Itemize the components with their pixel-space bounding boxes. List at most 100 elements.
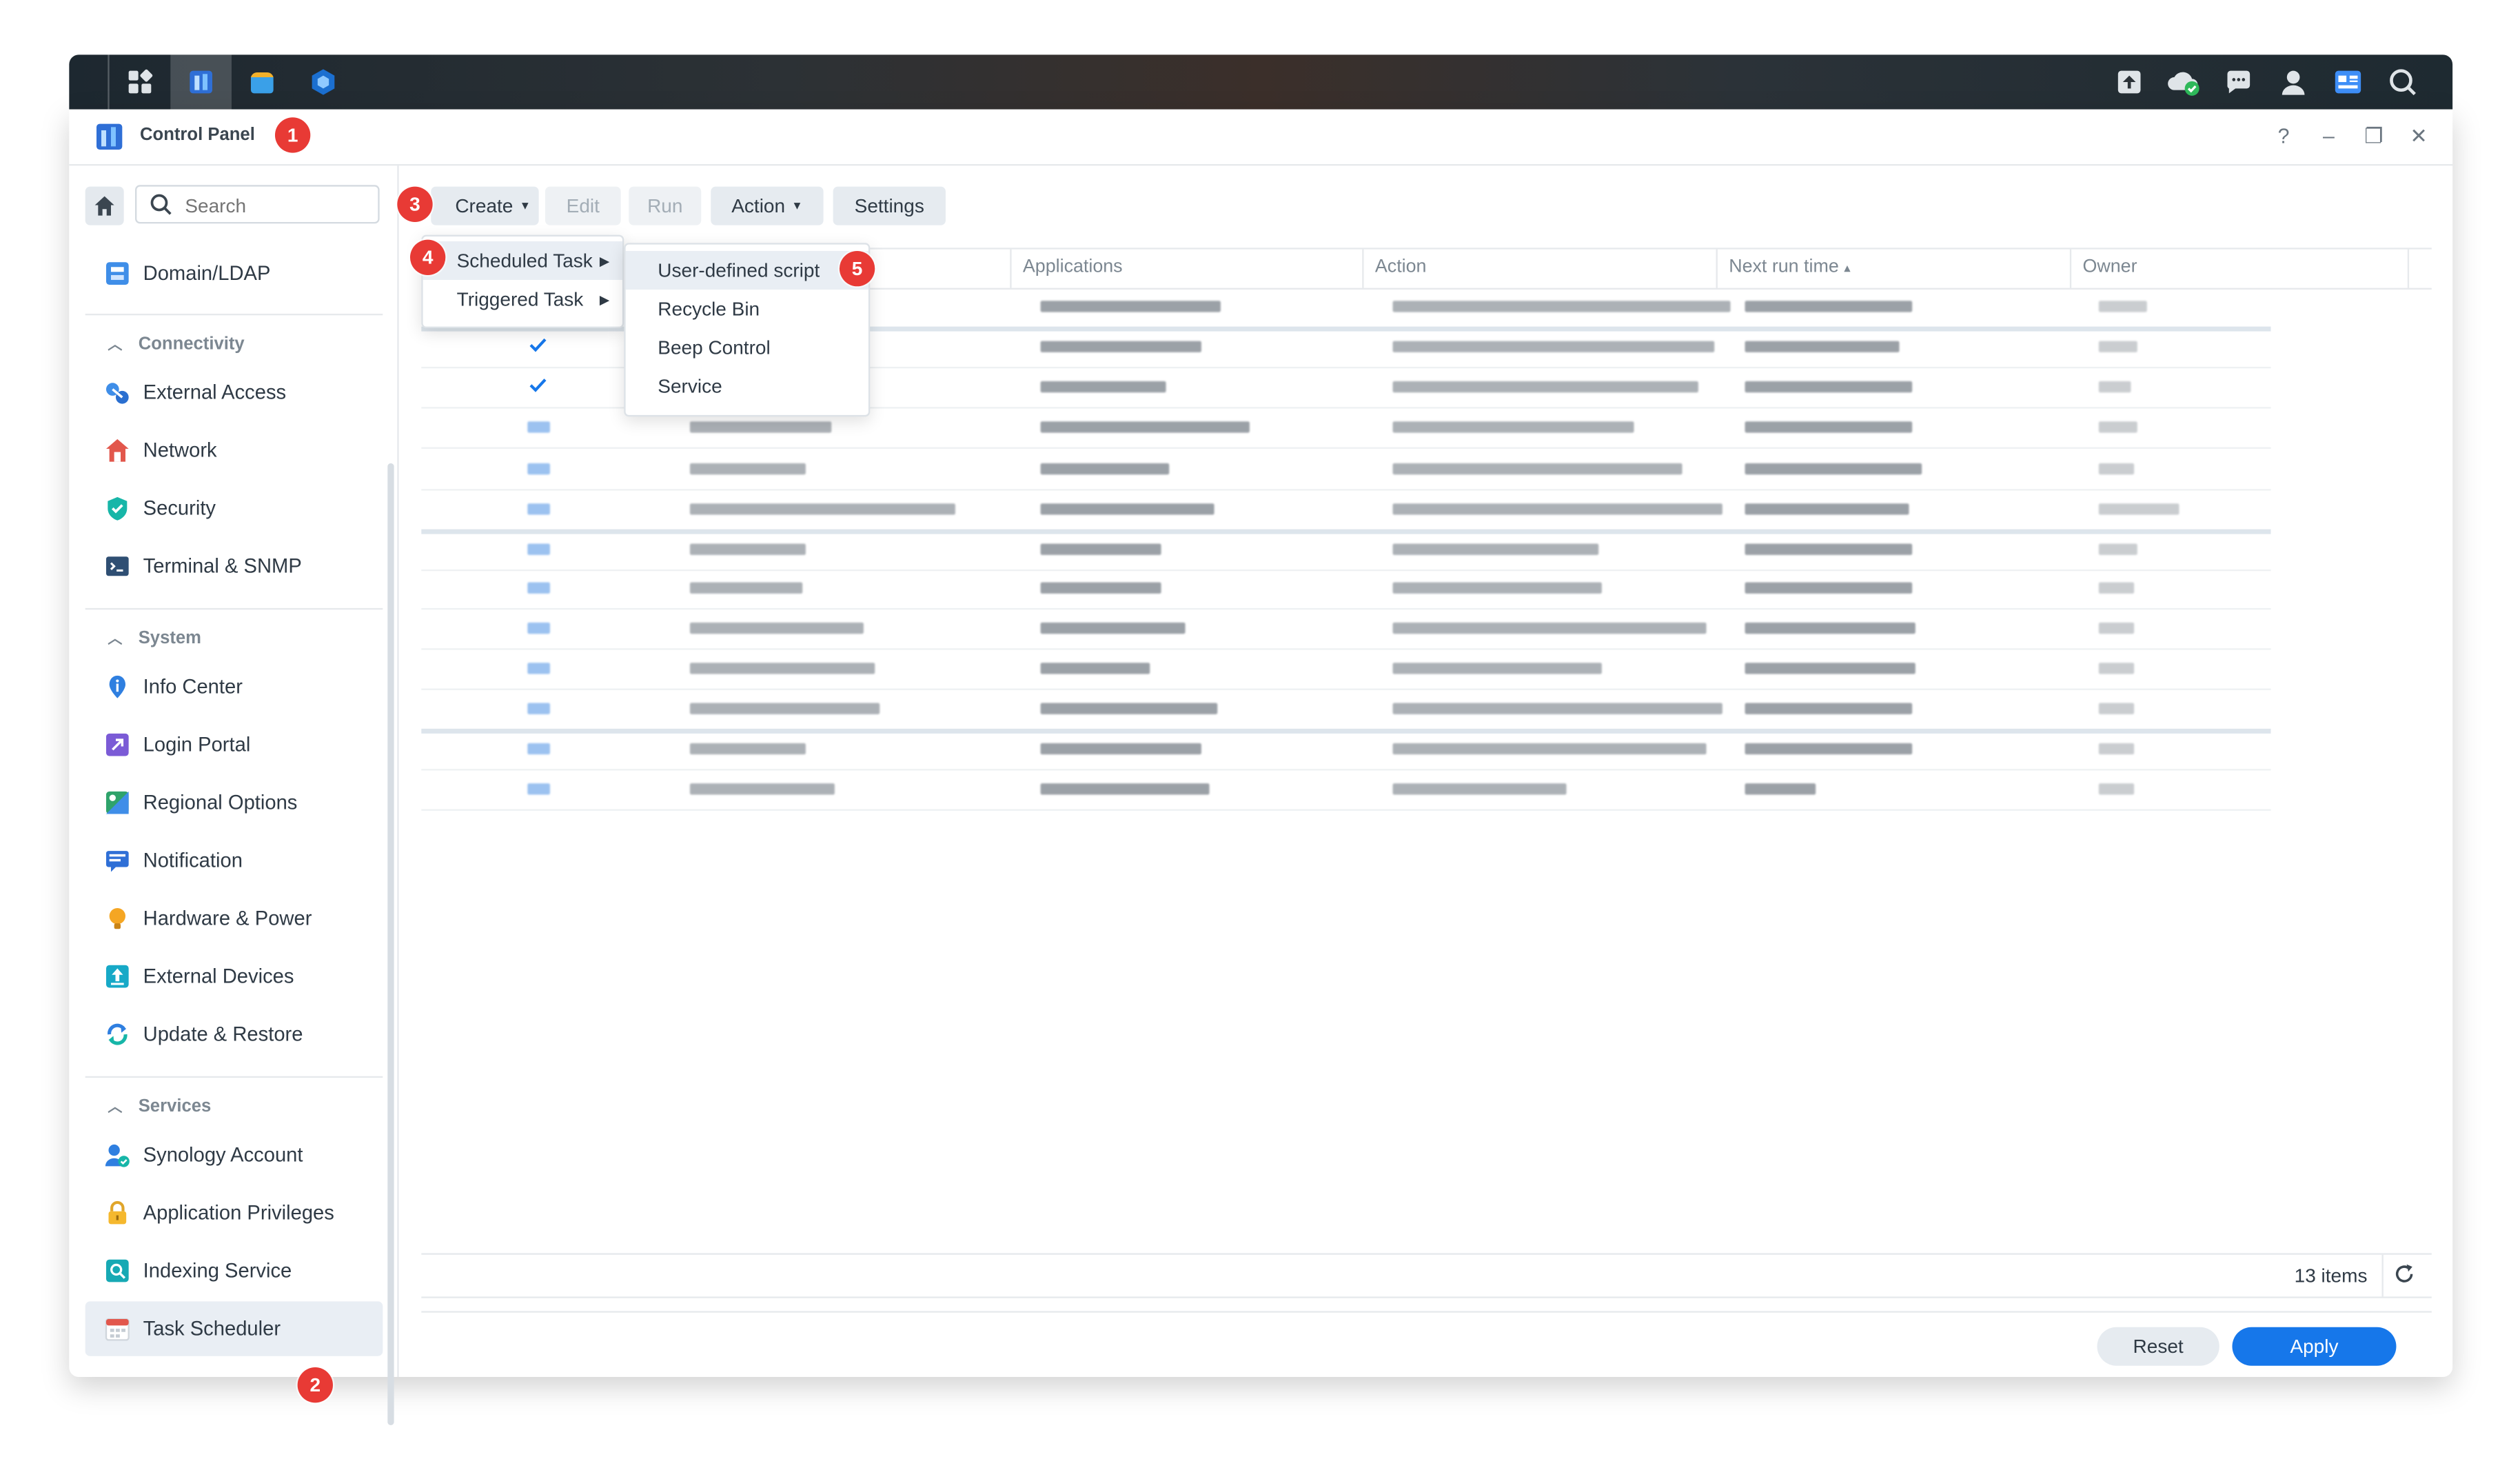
redacted-cell: [2098, 622, 2135, 634]
table-row[interactable]: [421, 608, 2271, 650]
create-button[interactable]: Create ▼: [431, 186, 539, 225]
redacted-cell: [1392, 543, 1599, 555]
table-row[interactable]: [421, 449, 2271, 491]
regional-options-icon: [105, 791, 129, 814]
redacted-cell: [1392, 381, 1698, 393]
taskbar-control-panel[interactable]: [170, 54, 232, 110]
sidebar-item-application-privileges[interactable]: Application Privileges: [85, 1185, 383, 1240]
menu-item-recycle-bin[interactable]: Recycle Bin: [626, 290, 868, 328]
redacted-cell: [1392, 743, 1707, 755]
redacted-cell: [1392, 622, 1707, 634]
redacted-cell: [1392, 421, 1634, 433]
chevron-up-icon: ︿: [108, 1098, 123, 1115]
redacted-cell: [1745, 381, 1913, 393]
column-applications[interactable]: Applications: [1023, 257, 1123, 276]
table-row[interactable]: [421, 648, 2271, 690]
notifications-button[interactable]: [2211, 54, 2266, 109]
menu-item-scheduled-task[interactable]: Scheduled Task ▶: [423, 241, 622, 280]
sidebar-scrollbar[interactable]: [387, 463, 394, 1426]
taskbar-app-3[interactable]: [293, 54, 354, 109]
checkbox-checked-icon[interactable]: [527, 334, 548, 355]
sidebar-item-login-portal[interactable]: Login Portal: [85, 718, 383, 772]
sidebar-item-network[interactable]: Network: [85, 423, 383, 478]
search-input[interactable]: [181, 191, 369, 221]
sidebar-item-external-access[interactable]: External Access: [85, 365, 383, 420]
cloud-check-icon: [2168, 72, 2199, 96]
menu-item-beep-control[interactable]: Beep Control: [626, 328, 868, 367]
edit-button[interactable]: Edit: [545, 186, 621, 225]
redacted-cell: [1040, 622, 1186, 634]
upload-button[interactable]: [2102, 54, 2156, 109]
hexagon-app-icon: [312, 69, 335, 95]
table-row[interactable]: [421, 689, 2271, 734]
sidebar-item-hardware-power[interactable]: Hardware & Power: [85, 891, 383, 945]
upload-icon: [2117, 70, 2141, 94]
run-button[interactable]: Run: [629, 186, 702, 225]
step-badge-3: 3: [397, 186, 433, 222]
redacted-cell: [1745, 582, 1913, 594]
sidebar-item-regional-options[interactable]: Regional Options: [85, 776, 383, 830]
sidebar-search[interactable]: [134, 185, 380, 224]
minimize-icon[interactable]: –: [2317, 124, 2340, 150]
column-owner[interactable]: Owner: [2082, 257, 2137, 276]
caret-down-icon: ▼: [791, 200, 803, 212]
backup-status-button[interactable]: [2157, 54, 2211, 109]
widgets-button[interactable]: [2321, 54, 2375, 109]
main-panel: Create ▼ 3 Edit Run Action ▼ Settings Appl…: [397, 164, 2452, 1377]
sidebar-item-external-devices[interactable]: External Devices: [85, 949, 383, 1003]
help-icon[interactable]: ?: [2273, 124, 2295, 150]
indexing-service-icon: [105, 1259, 129, 1282]
section-system[interactable]: ︿ System: [108, 627, 201, 648]
shield-icon: [108, 496, 128, 521]
desktop-taskbar: [69, 54, 2453, 110]
redacted-cell: [1745, 663, 1916, 674]
chevron-up-icon: ︿: [108, 336, 123, 352]
restore-icon[interactable]: ❐: [2362, 124, 2385, 150]
sidebar-item-update-restore[interactable]: Update & Restore: [85, 1007, 383, 1061]
user-button[interactable]: [2266, 54, 2320, 109]
settings-button[interactable]: Settings: [833, 186, 946, 225]
section-connectivity[interactable]: ︿ Connectivity: [108, 333, 244, 354]
redacted-cell: [1745, 421, 1913, 433]
sidebar-item-domain-ldap[interactable]: Domain/LDAP: [85, 246, 383, 301]
sidebar-item-indexing-service[interactable]: Indexing Service: [85, 1243, 383, 1298]
redacted-cell: [2098, 703, 2135, 714]
column-action[interactable]: Action: [1375, 257, 1427, 276]
table-row[interactable]: [421, 530, 2271, 572]
scheduled-task-submenu: User-defined script Recycle Bin Beep Con…: [624, 243, 871, 417]
table-row[interactable]: [421, 568, 2271, 610]
sidebar-item-terminal-snmp[interactable]: Terminal & SNMP: [85, 539, 383, 594]
reset-button[interactable]: Reset: [2097, 1327, 2219, 1366]
redacted-cell: [1745, 543, 1913, 555]
redacted-cell: [689, 783, 835, 795]
item-count: 13 items: [2294, 1264, 2368, 1287]
table-row[interactable]: [421, 489, 2271, 534]
checkbox-checked-icon[interactable]: [527, 375, 548, 396]
refresh-icon[interactable]: [2393, 1262, 2416, 1285]
section-services[interactable]: ︿ Services: [108, 1096, 211, 1116]
table-row[interactable]: [421, 729, 2271, 771]
menu-item-triggered-task[interactable]: Triggered Task ▶: [423, 280, 622, 319]
redacted-cell: [1040, 543, 1161, 555]
status-icon: [527, 543, 550, 555]
apply-button[interactable]: Apply: [2232, 1327, 2397, 1366]
column-next-run-time[interactable]: Next run time ▴: [1729, 257, 1850, 276]
home-button[interactable]: [85, 186, 124, 225]
menu-item-service[interactable]: Service: [626, 367, 868, 405]
sidebar-item-info-center[interactable]: Info Center: [85, 660, 383, 714]
sidebar-item-security[interactable]: Security: [85, 481, 383, 536]
sidebar-item-synology-account[interactable]: Synology Account: [85, 1127, 383, 1182]
taskbar-file-station[interactable]: [232, 54, 293, 109]
global-search-button[interactable]: [2375, 54, 2430, 109]
sidebar-item-notification[interactable]: Notification: [85, 833, 383, 887]
sidebar-item-task-scheduler[interactable]: Task Scheduler: [85, 1301, 383, 1356]
main-menu-button[interactable]: [110, 54, 171, 109]
login-portal-icon: [105, 733, 129, 756]
status-icon: [527, 783, 550, 795]
menu-item-user-defined-script[interactable]: User-defined script: [625, 250, 868, 290]
table-row[interactable]: [421, 769, 2271, 811]
action-button[interactable]: Action ▼: [711, 186, 824, 225]
close-icon[interactable]: ✕: [2408, 124, 2430, 150]
column-separator: [1362, 249, 1364, 288]
redacted-cell: [689, 622, 864, 634]
